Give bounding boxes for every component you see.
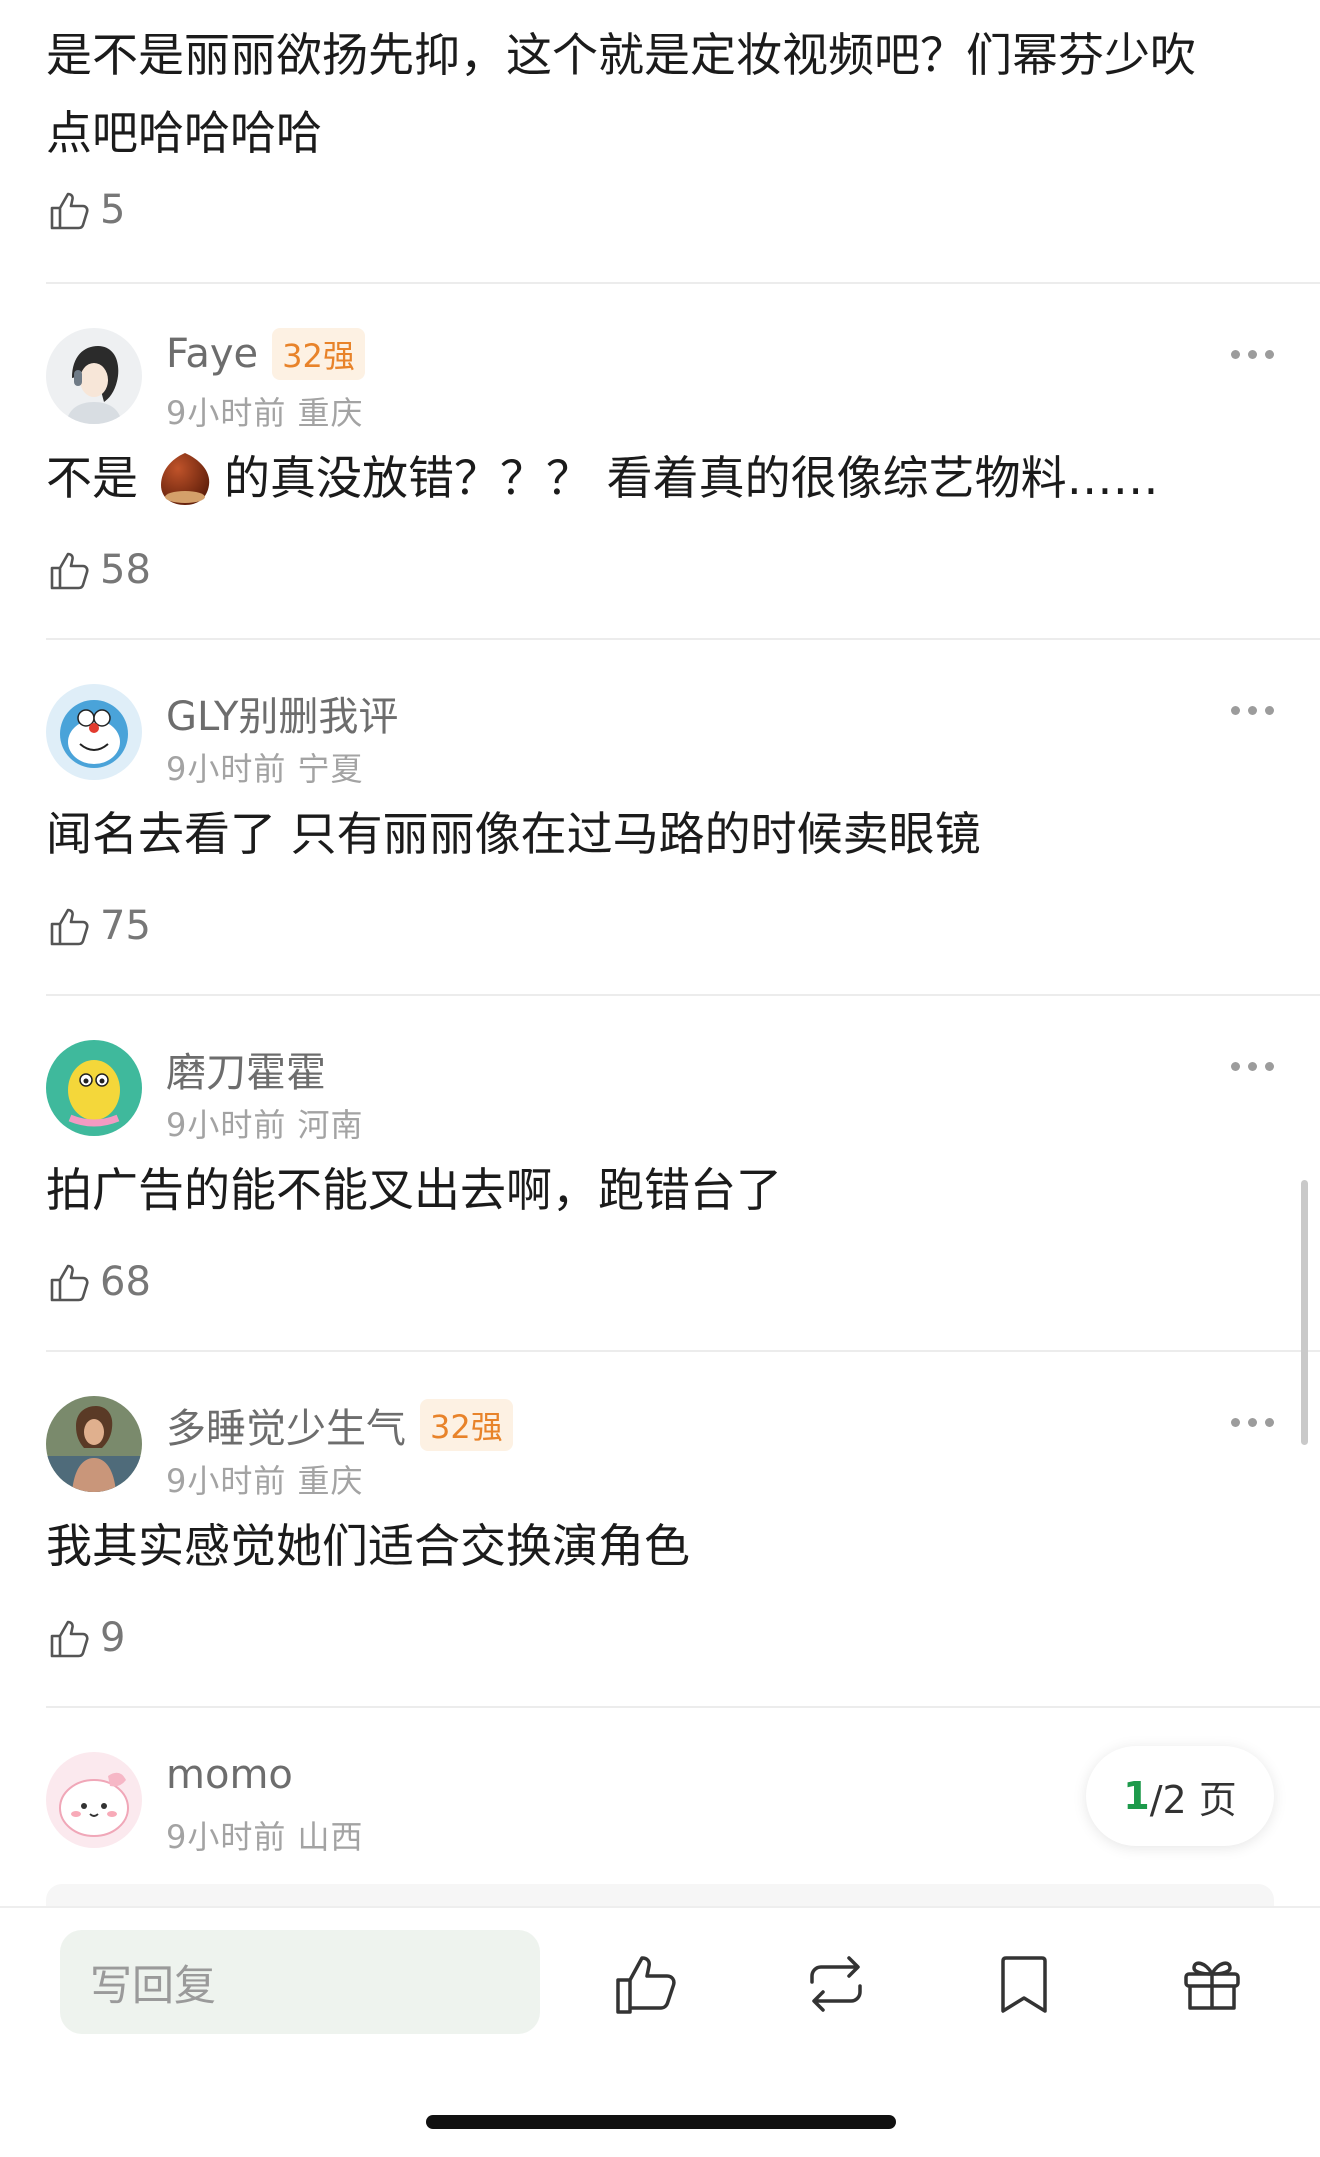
top-comment: 是不是丽丽欲扬先抑，这个就是定妆视频吧？们幂芬少吹 点吧哈哈哈哈 [46, 16, 1276, 172]
avatar-pink-bunny-icon [46, 1752, 142, 1848]
comment-text: 闻名去看了 只有丽丽像在过马路的时候卖眼镜 [46, 807, 981, 861]
comment-item: 多睡觉少生气 32强 9小时前 重庆 我其实感觉她们适合交换演角色 9 [0, 1352, 1320, 1708]
location: 重庆 [297, 1462, 364, 1500]
comment-text-line: 点吧哈哈哈哈 [46, 106, 322, 160]
comment-item: Faye 32强 9小时前 重庆 不是 的真没放错？？？ 看着真的很像综艺物料…… [0, 284, 1320, 640]
comment-item: GLY别删我评 9小时前 宁夏 闻名去看了 只有丽丽像在过马路的时候卖眼镜 75 [0, 640, 1320, 996]
more-options-button[interactable] [1231, 350, 1274, 359]
avatar[interactable] [46, 1040, 142, 1136]
comment-text-line: 是不是丽丽欲扬先抑，这个就是定妆视频吧？们幂芬少吹 [46, 28, 1196, 82]
scrollbar[interactable] [1301, 1180, 1308, 1445]
rank-badge: 32强 [420, 1399, 513, 1451]
more-options-button[interactable] [1231, 706, 1274, 715]
timestamp: 9小时前 [166, 1462, 287, 1500]
username[interactable]: 磨刀霍霍 [166, 1040, 326, 1098]
avatar[interactable] [46, 1396, 142, 1492]
like-count: 68 [100, 1259, 151, 1305]
gift-icon [1184, 1961, 1240, 2010]
like-count: 75 [100, 903, 151, 949]
bottom-action-bar: 写回复 [0, 1906, 1320, 2157]
like-button[interactable]: 68 [46, 1258, 151, 1306]
current-page: 1 [1123, 1774, 1150, 1818]
location: 重庆 [297, 394, 364, 432]
avatar[interactable] [46, 684, 142, 780]
avatar-doraemon-icon [46, 684, 142, 780]
like-icon [616, 1956, 676, 2014]
bookmark-action-button[interactable] [988, 1948, 1060, 2020]
thumbs-up-icon [50, 552, 89, 590]
location: 山西 [297, 1818, 364, 1856]
username[interactable]: 多睡觉少生气 [166, 1396, 406, 1454]
chestnut-emoji-icon [161, 453, 210, 505]
bookmark-icon [1001, 1956, 1047, 2013]
username[interactable]: Faye [166, 331, 258, 377]
location: 宁夏 [297, 750, 364, 788]
repost-action-button[interactable] [800, 1948, 872, 2020]
like-button[interactable]: 9 [46, 1614, 125, 1662]
comment-text: 我其实感觉她们适合交换演角色 [46, 1519, 690, 1573]
comment-meta: 9小时前 山西 [166, 1812, 364, 1858]
like-action-button[interactable] [610, 1948, 682, 2020]
thumbs-up-icon [50, 1620, 89, 1658]
timestamp: 9小时前 [166, 1818, 287, 1856]
avatar-cartoon-yellow-icon [46, 1040, 142, 1136]
more-options-button[interactable] [1231, 1062, 1274, 1071]
like-count: 5 [100, 187, 126, 233]
like-count: 58 [100, 547, 151, 593]
home-indicator [426, 2115, 896, 2129]
avatar[interactable] [46, 328, 142, 424]
avatar-photo-woman-icon [46, 1396, 142, 1492]
reply-input[interactable]: 写回复 [60, 1930, 540, 2034]
location: 河南 [297, 1106, 364, 1144]
like-button[interactable]: 75 [46, 902, 151, 950]
comment-meta: 9小时前 重庆 [166, 388, 364, 434]
timestamp: 9小时前 [166, 1106, 287, 1144]
avatar[interactable] [46, 1752, 142, 1848]
like-count: 9 [100, 1615, 126, 1661]
comment-text: 不是 的真没放错？？？ 看着真的很像综艺物料…… [46, 446, 1159, 510]
comment-meta: 9小时前 重庆 [166, 1456, 364, 1502]
more-options-button[interactable] [1231, 1418, 1274, 1427]
thumbs-up-icon [50, 192, 89, 230]
total-pages: /2 页 [1149, 1777, 1237, 1822]
thumbs-up-icon [50, 1264, 89, 1302]
like-button[interactable]: 58 [46, 546, 151, 594]
comment-text-part: 不是 [46, 451, 138, 505]
thumbs-up-icon [50, 908, 89, 946]
timestamp: 9小时前 [166, 394, 287, 432]
comment-text: 拍广告的能不能叉出去啊，跑错台了 [46, 1163, 782, 1217]
comment-meta: 9小时前 宁夏 [166, 744, 364, 790]
rank-badge: 32强 [272, 328, 365, 380]
comment-meta: 9小时前 河南 [166, 1100, 364, 1146]
avatar-girl-headphones-icon [46, 328, 142, 424]
page-indicator[interactable]: 1 /2 页 [1086, 1746, 1274, 1846]
username[interactable]: GLY别删我评 [166, 684, 398, 742]
gift-action-button[interactable] [1176, 1948, 1248, 2020]
comment-text-part: 的真没放错？？？ 看着真的很像综艺物料…… [224, 451, 1159, 505]
username[interactable]: momo [166, 1752, 293, 1798]
comment-item: 磨刀霍霍 9小时前 河南 拍广告的能不能叉出去啊，跑错台了 68 [0, 996, 1320, 1352]
like-button[interactable]: 5 [46, 186, 125, 234]
timestamp: 9小时前 [166, 750, 287, 788]
repost-icon [810, 1956, 862, 2012]
